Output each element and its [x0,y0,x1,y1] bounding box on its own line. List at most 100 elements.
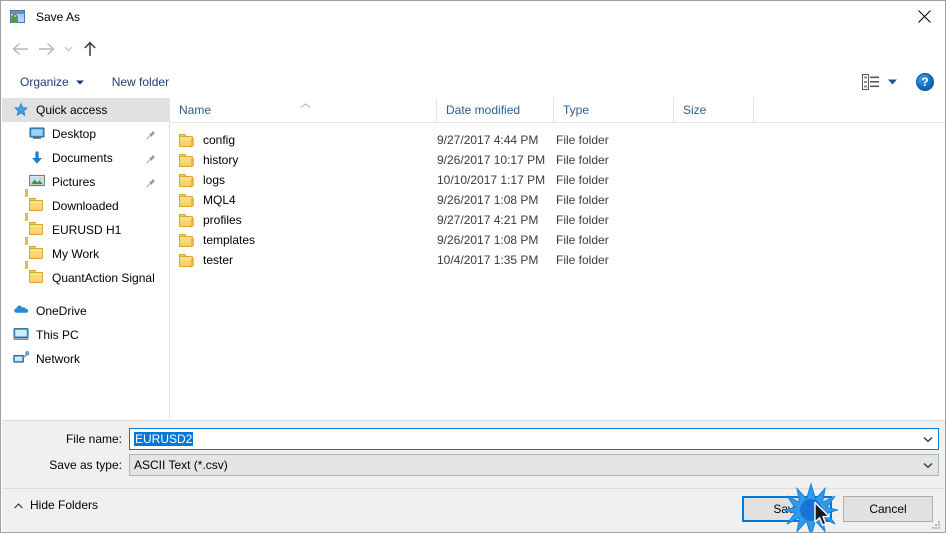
sort-ascending-icon [300,98,311,112]
file-rows: config 9/27/2017 4:44 PM File folder his… [170,123,945,270]
file-name-value: EURUSD2 [134,432,918,446]
dialog-footer: Hide Folders Save Cancel [2,488,945,532]
sidebar-item-desktop[interactable]: Desktop [2,122,169,146]
file-name-label: templates [203,233,256,247]
sidebar-item-documents[interactable]: Documents [2,146,169,170]
view-layout-icon[interactable] [862,74,880,90]
file-type-cell: File folder [556,193,609,207]
pin-icon[interactable] [146,129,156,140]
file-type-cell: File folder [556,133,609,147]
help-icon[interactable]: ? [916,73,934,91]
new-folder-button[interactable]: New folder [105,70,176,94]
column-header-label: Type [563,103,590,117]
table-row[interactable]: MQL4 9/26/2017 1:08 PM File folder [170,190,945,210]
file-date-cell: 9/26/2017 1:08 PM [437,193,539,207]
onedrive-cloud-icon [13,303,29,319]
file-name-input[interactable]: EURUSD2 [129,428,939,450]
up-arrow-icon[interactable] [77,36,103,62]
forward-arrow-icon[interactable] [33,36,59,62]
sidebar-item-onedrive[interactable]: OneDrive [2,299,169,323]
pin-icon[interactable] [146,177,156,188]
column-header-type[interactable]: Type [553,98,673,122]
file-name-chevron-down-icon[interactable] [918,436,938,443]
sidebar-item-label: OneDrive [36,304,87,318]
file-type-cell: File folder [556,233,609,247]
pin-icon[interactable] [146,153,156,164]
table-row[interactable]: templates 9/26/2017 1:08 PM File folder [170,230,945,250]
recent-locations-chevron-down-icon[interactable] [59,36,77,62]
sidebar-item-label: Downloaded [52,199,119,213]
folder-icon [179,193,195,207]
save-as-type-chevron-down-icon[interactable] [918,462,938,469]
save-as-app-icon [10,9,26,25]
resize-grip-icon[interactable] [930,519,942,531]
column-header-size[interactable]: Size [673,98,753,122]
save-form: File name: EURUSD2 Save as type: ASCII T… [2,420,945,489]
sidebar-item-label: Network [36,352,81,366]
help-label: ? [921,75,929,89]
sidebar-item-label: My Work [52,247,100,261]
column-header-label: Size [683,103,707,117]
save-button-label: Save [773,502,801,516]
sidebar-item-this-pc[interactable]: This PC [2,323,169,347]
cancel-button[interactable]: Cancel [843,496,933,522]
table-row[interactable]: history 9/26/2017 10:17 PM File folder [170,150,945,170]
cancel-button-label: Cancel [869,502,907,516]
back-arrow-icon[interactable] [7,36,33,62]
file-name-label: File name: [65,432,122,446]
save-button[interactable]: Save [742,496,832,522]
file-name-label: logs [203,173,226,187]
navigation-pane: Quick access Desktop Documents Pictures … [2,98,169,420]
folder-icon [25,189,45,214]
sidebar-item-label: EURUSD H1 [52,223,122,237]
column-header-date-modified[interactable]: Date modified [436,98,553,122]
file-type-cell: File folder [556,153,609,167]
save-as-type-value: ASCII Text (*.csv) [134,458,228,472]
sidebar-item-label: Quick access [36,103,108,117]
window-title: Save As [36,9,81,24]
view-caret-down-icon[interactable] [882,79,902,85]
desktop-icon [29,126,45,142]
file-name-label: config [203,133,236,147]
file-date-cell: 9/26/2017 1:08 PM [437,233,539,247]
sidebar-item-network[interactable]: Network [2,347,169,371]
caret-down-icon [75,80,84,85]
navigation-bar: « Roaming › MetaQuotes › Terminal › 9155… [1,32,945,91]
folder-icon [179,213,195,227]
sidebar-item-label: This PC [36,328,79,342]
save-as-type-select[interactable]: ASCII Text (*.csv) [129,454,939,476]
file-name-cell: history [179,153,238,167]
hide-folders-button[interactable]: Hide Folders [14,497,98,513]
table-row[interactable]: profiles 9/27/2017 4:21 PM File folder [170,210,945,230]
column-headers: Name Date modified Type Size [170,98,945,123]
column-header-filler [753,98,945,122]
organize-label: Organize [20,75,69,89]
file-date-cell: 9/27/2017 4:44 PM [437,133,539,147]
folder-icon [179,153,195,167]
close-icon[interactable] [901,1,945,31]
file-date-cell: 10/10/2017 1:17 PM [437,173,546,187]
file-date-cell: 9/26/2017 10:17 PM [437,153,546,167]
table-row[interactable]: logs 10/10/2017 1:17 PM File folder [170,170,945,190]
sidebar-item-label: Documents [52,151,113,165]
table-row[interactable]: config 9/27/2017 4:44 PM File folder [170,130,945,150]
file-name-cell: logs [179,173,225,187]
sidebar-item-quantaction-signal[interactable]: QuantAction Signal [2,261,169,290]
file-name-selected-text: EURUSD2 [134,432,194,446]
file-type-cell: File folder [556,253,609,267]
command-bar: Organize New folder ? [1,66,945,99]
column-header-label: Name [179,103,212,117]
command-bar-right: ? [862,66,945,98]
hide-folders-label: Hide Folders [30,498,99,512]
organize-button[interactable]: Organize [13,70,91,94]
table-row[interactable]: tester 10/4/2017 1:35 PM File folder [170,250,945,270]
file-name-cell: templates [179,233,255,247]
sidebar-item-quick-access[interactable]: Quick access [2,98,169,122]
file-name-cell: MQL4 [179,193,236,207]
title-bar: Save As [1,1,945,32]
column-header-label: Date modified [446,103,521,117]
folder-icon [25,213,45,238]
column-header-name[interactable]: Name [170,98,436,122]
file-type-cell: File folder [556,213,609,227]
folder-icon [179,173,195,187]
